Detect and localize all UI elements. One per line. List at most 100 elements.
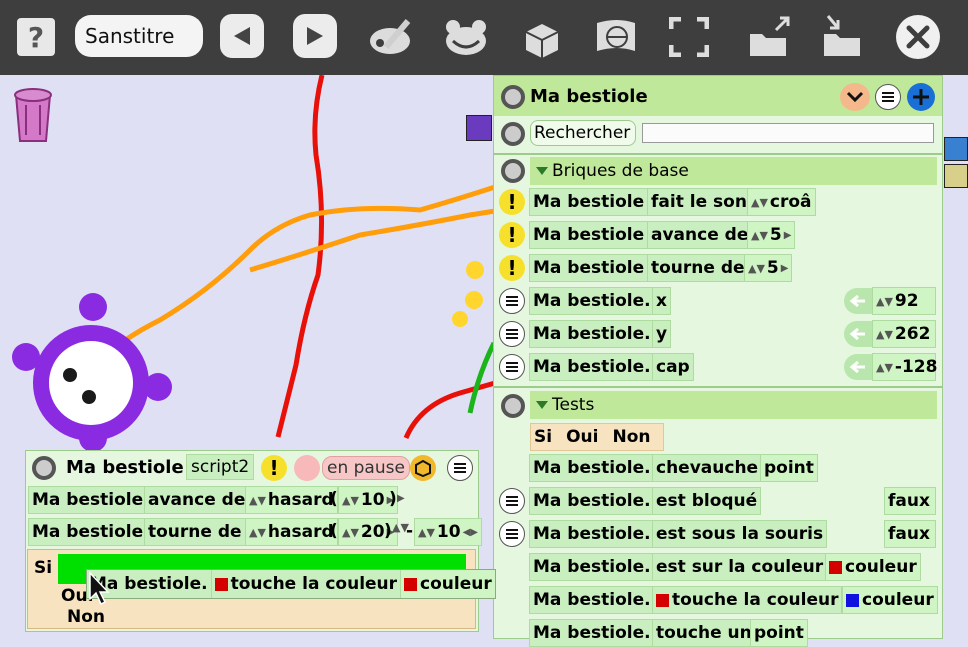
frog-face-icon bbox=[446, 20, 486, 55]
assign-button[interactable] bbox=[844, 288, 872, 314]
dragged-arg-text: couleur bbox=[420, 574, 492, 594]
watcher-object[interactable]: Ma bestiole. bbox=[529, 287, 655, 315]
test-object[interactable]: Ma bestiole. bbox=[529, 520, 655, 548]
paint-button[interactable] bbox=[368, 14, 414, 60]
brick-arg[interactable]: ▲▼ croâ bbox=[747, 188, 816, 216]
brick-verb[interactable]: avance de bbox=[647, 221, 753, 249]
search-input[interactable] bbox=[642, 123, 934, 143]
next-page-button[interactable] bbox=[293, 14, 337, 58]
script-function-name: hasard bbox=[267, 522, 334, 542]
import-button[interactable] bbox=[820, 14, 866, 60]
help-button[interactable]: ? bbox=[17, 18, 55, 56]
brick-object[interactable]: Ma bestiole bbox=[529, 254, 649, 282]
brick-verb[interactable]: fait le son bbox=[647, 188, 751, 216]
section-tests-header[interactable]: Tests bbox=[530, 391, 937, 419]
test-predicate[interactable]: touche un bbox=[652, 619, 756, 647]
watcher-property[interactable]: y bbox=[652, 320, 672, 348]
caret-right-icon: ◀▶ bbox=[462, 526, 478, 538]
test-menu-button[interactable] bbox=[499, 521, 525, 547]
script-function[interactable]: ▲▼ hasard bbox=[245, 486, 338, 514]
test-menu-button[interactable] bbox=[499, 488, 525, 514]
script-menu-button[interactable] bbox=[447, 455, 473, 481]
watcher-value-text: 262 bbox=[894, 324, 931, 344]
if-block[interactable]: Si Oui Non bbox=[530, 423, 664, 451]
script-arg[interactable]: ▲▼ 10 ◀▶ bbox=[414, 518, 482, 546]
search-handle-icon[interactable] bbox=[501, 122, 525, 146]
object-panel-title: Ma bestiole bbox=[530, 86, 648, 107]
caret-right-icon: ▶ bbox=[780, 262, 789, 274]
creature-sprite[interactable] bbox=[10, 293, 175, 453]
watcher-value[interactable]: ▲▼ 262 bbox=[872, 320, 936, 348]
watcher-value[interactable]: ▲▼ 92 bbox=[872, 287, 936, 315]
project-title-field[interactable]: Sanstitre bbox=[75, 15, 203, 57]
watcher-property[interactable]: cap bbox=[652, 353, 694, 381]
script-name-field[interactable]: script2 bbox=[186, 454, 255, 480]
assign-button[interactable] bbox=[844, 321, 872, 347]
test-arg[interactable]: couleur bbox=[825, 553, 921, 581]
test-arg[interactable]: point bbox=[760, 454, 818, 482]
watcher-property[interactable]: x bbox=[652, 287, 671, 315]
watcher-value[interactable]: ▲▼ -128 bbox=[872, 353, 937, 381]
add-button[interactable] bbox=[907, 83, 935, 111]
sprite-thumbnail-icon[interactable] bbox=[466, 115, 492, 141]
assign-button[interactable] bbox=[844, 354, 872, 380]
previous-page-button[interactable] bbox=[220, 14, 264, 58]
world-button[interactable] bbox=[593, 14, 639, 60]
dragged-brick[interactable]: Ma bestiole. touche la couleur couleur bbox=[86, 569, 496, 599]
stepper-icon: ▲▼ bbox=[249, 493, 266, 507]
watcher-menu-button[interactable] bbox=[499, 354, 525, 380]
test-predicate[interactable]: est bloqué bbox=[652, 487, 762, 515]
watcher-object[interactable]: Ma bestiole. bbox=[529, 320, 655, 348]
section-handle-icon[interactable] bbox=[501, 394, 525, 418]
triangle-right-icon bbox=[307, 27, 323, 45]
script-verb[interactable]: tourne de bbox=[144, 518, 246, 546]
yes-label: Oui bbox=[566, 427, 599, 447]
trash-icon[interactable] bbox=[12, 87, 58, 143]
section-handle-icon[interactable] bbox=[501, 159, 525, 183]
stopwatch-icon[interactable] bbox=[294, 455, 320, 481]
sprite-thumbnail-blue-icon[interactable] bbox=[944, 137, 968, 161]
test-arg[interactable]: couleur bbox=[842, 586, 938, 614]
test-arg[interactable]: point bbox=[750, 619, 808, 647]
script-object[interactable]: Ma bestiole bbox=[28, 518, 148, 546]
section-basic-header[interactable]: Briques de base bbox=[530, 157, 937, 185]
triangle-left-icon bbox=[234, 27, 250, 45]
test-predicate[interactable]: touche la couleur bbox=[652, 586, 843, 614]
test-predicate[interactable]: chevauche bbox=[652, 454, 763, 482]
objects-box-small-button[interactable] bbox=[410, 455, 436, 481]
brick-object[interactable]: Ma bestiole bbox=[529, 188, 649, 216]
test-arg-text: couleur bbox=[845, 557, 917, 577]
test-object[interactable]: Ma bestiole. bbox=[529, 586, 655, 614]
watcher-menu-button[interactable] bbox=[499, 288, 525, 314]
brick-object[interactable]: Ma bestiole bbox=[529, 221, 649, 249]
test-object[interactable]: Ma bestiole. bbox=[529, 454, 655, 482]
test-object[interactable]: Ma bestiole. bbox=[529, 619, 655, 647]
fullscreen-button[interactable] bbox=[666, 14, 712, 60]
test-predicate[interactable]: est sous la souris bbox=[652, 520, 828, 548]
panel-menu-button[interactable] bbox=[875, 84, 901, 110]
watcher-menu-button[interactable] bbox=[499, 321, 525, 347]
new-object-button[interactable] bbox=[443, 14, 489, 60]
palette-brush-icon bbox=[370, 19, 411, 54]
test-predicate[interactable]: est sur la couleur bbox=[652, 553, 828, 581]
script-function[interactable]: ▲▼ hasard bbox=[245, 518, 338, 546]
sprite-thumbnail-yellow-icon[interactable] bbox=[944, 164, 968, 188]
script-verb[interactable]: avance de bbox=[144, 486, 250, 514]
script-object[interactable]: Ma bestiole bbox=[28, 486, 148, 514]
brick-verb[interactable]: tourne de bbox=[647, 254, 749, 282]
stepper-icon: ▲▼ bbox=[876, 327, 893, 341]
watcher-object[interactable]: Ma bestiole. bbox=[529, 353, 655, 381]
test-object[interactable]: Ma bestiole. bbox=[529, 553, 655, 581]
objects-box-button[interactable] bbox=[518, 14, 564, 60]
brick-arg[interactable]: ▲▼ 5 ▶ bbox=[744, 254, 793, 282]
close-button[interactable] bbox=[896, 15, 940, 59]
script-handle-icon[interactable] bbox=[32, 456, 56, 480]
status-badge[interactable]: en pause bbox=[322, 456, 410, 480]
object-handle-icon[interactable] bbox=[501, 85, 525, 109]
brick-arg[interactable]: ▲▼ 5 ▶ bbox=[747, 221, 796, 249]
open-paren: ( bbox=[330, 521, 338, 541]
divider bbox=[494, 153, 942, 155]
export-button[interactable] bbox=[746, 14, 792, 60]
collapse-button[interactable] bbox=[840, 83, 870, 111]
test-object[interactable]: Ma bestiole. bbox=[529, 487, 655, 515]
